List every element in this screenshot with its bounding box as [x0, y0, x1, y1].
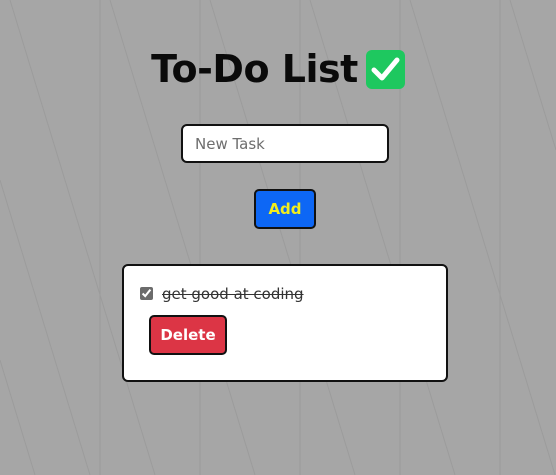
task-list: get good at coding Delete [122, 264, 448, 382]
page-title: To-Do List [151, 47, 358, 91]
new-task-input[interactable] [181, 124, 389, 163]
header: To-Do List [0, 44, 556, 94]
todo-app: To-Do List Add get good at coding Delete [0, 0, 556, 475]
delete-task-button[interactable]: Delete [149, 315, 227, 355]
check-mark-button-icon [365, 49, 405, 89]
add-task-button[interactable]: Add [254, 189, 316, 229]
task-text: get good at coding [162, 285, 304, 303]
task-item: get good at coding Delete [122, 264, 448, 382]
task-complete-checkbox[interactable] [140, 287, 153, 300]
